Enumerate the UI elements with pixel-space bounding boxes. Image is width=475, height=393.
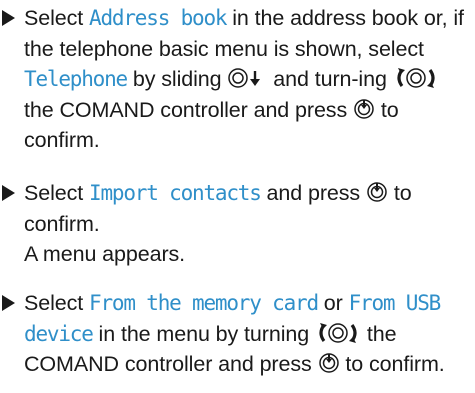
step-text-run: Select xyxy=(24,6,90,30)
step-text-run: Select xyxy=(24,181,90,205)
step-text-run: and press xyxy=(260,181,366,205)
step-text-run: Select xyxy=(24,291,90,315)
step-arrow-icon xyxy=(2,185,15,201)
menu-item-address-book: Address book xyxy=(89,6,228,30)
step-text-run: the COMAND controller and press xyxy=(24,97,353,122)
turn-controller-icon xyxy=(393,67,439,89)
step-text-run: and turn-ing xyxy=(267,67,393,91)
step-text: Select From the memory card or From USB … xyxy=(24,288,472,380)
step-text: Select Address book in the address book … xyxy=(24,3,472,156)
step-text: Select Import contacts and press to conf… xyxy=(24,178,472,270)
step-result-text: A menu appears. xyxy=(24,242,186,266)
press-controller-icon xyxy=(353,98,375,120)
step-text-run: by sliding xyxy=(127,67,228,91)
menu-item-telephone: Telephone xyxy=(24,67,128,91)
turn-controller-icon xyxy=(315,322,361,344)
press-controller-icon xyxy=(318,352,340,374)
step-text-run: in the menu by turning xyxy=(92,321,315,346)
step-text-run: to confirm. xyxy=(339,352,445,376)
step-text-run: or xyxy=(317,291,349,315)
instruction-page: Select Address book in the address book … xyxy=(0,0,475,393)
menu-item-from-memory-card: From the memory card xyxy=(89,291,319,315)
menu-item-import-contacts: Import contacts xyxy=(89,181,262,205)
step-arrow-icon xyxy=(2,10,15,26)
press-controller-icon xyxy=(366,181,388,203)
slide-down-controller-icon xyxy=(227,67,267,89)
step-arrow-icon xyxy=(2,295,15,311)
